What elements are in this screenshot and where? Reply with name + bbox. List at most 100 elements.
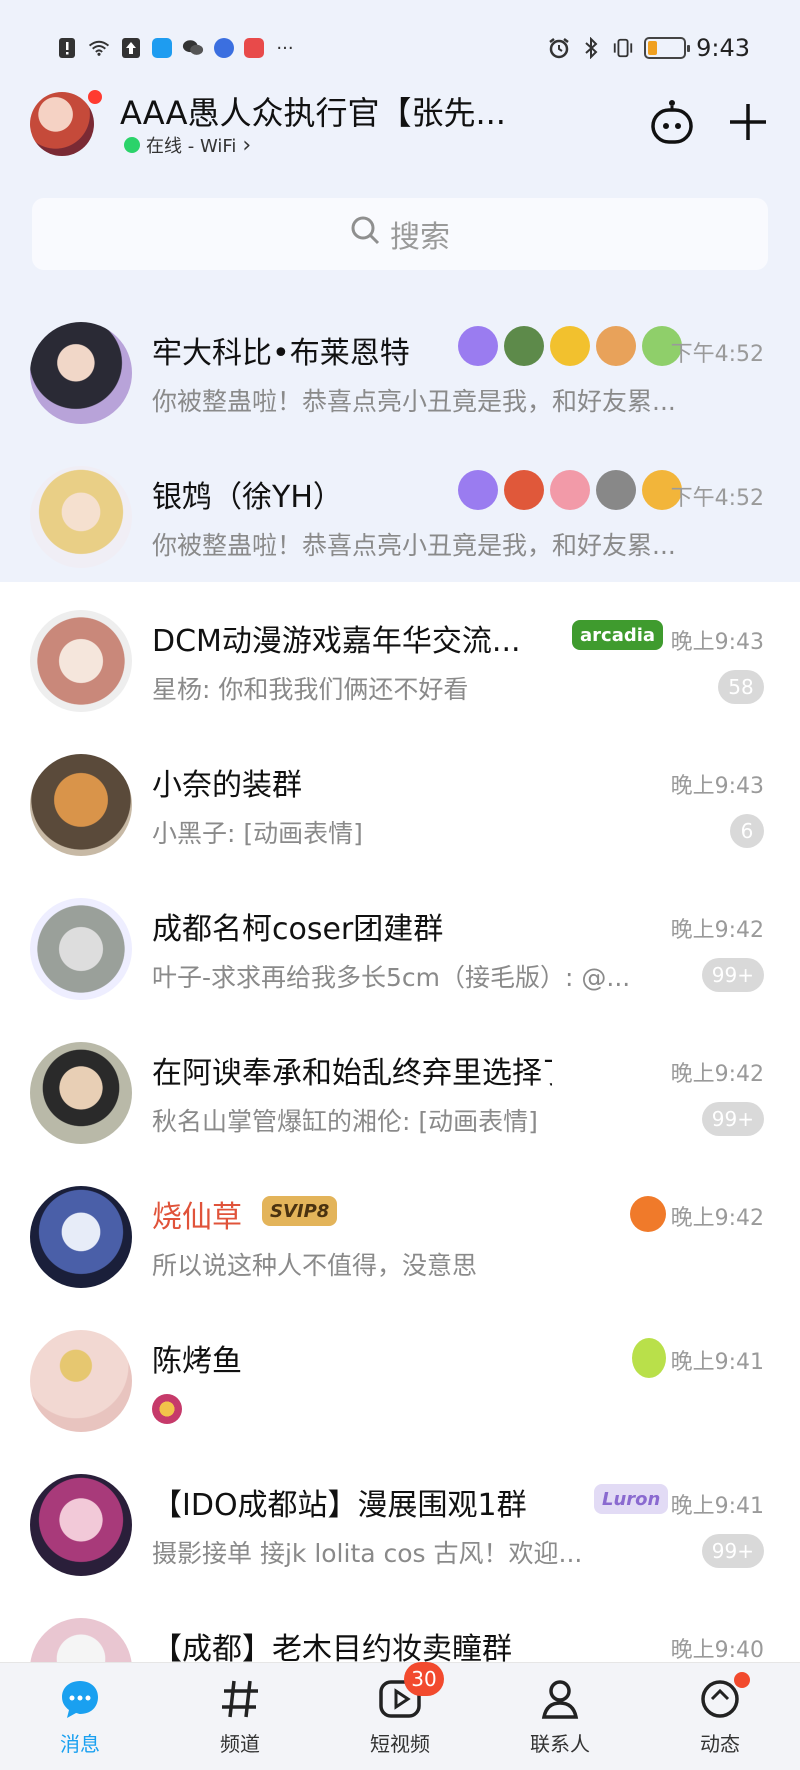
chat-time: 晚上9:42 <box>670 1062 764 1087</box>
wifi-icon <box>88 37 110 59</box>
chat-name: 成都名柯coser团建群 <box>152 912 444 947</box>
chat-avatar <box>30 466 132 568</box>
unread-badge: 99+ <box>701 1534 764 1568</box>
tab-messages[interactable]: 消息 <box>20 1676 140 1757</box>
short-video-badge: 30 <box>404 1662 444 1696</box>
status-left: ··· <box>56 37 296 59</box>
sticker-icon <box>152 1394 182 1424</box>
chat-name: 牢大科比•布莱恩特 <box>152 336 410 371</box>
chat-message: 小黑子: [动画表情] <box>152 819 363 848</box>
chat-message: 秋名山掌管爆缸的湘伦: [动画表情] <box>152 1107 538 1136</box>
panda-icon <box>596 470 636 510</box>
chat-avatar <box>30 754 132 856</box>
chat-name: 在阿谀奉承和始乱终弃里选择了... <box>152 1056 552 1091</box>
chat-name: 银鸩（徐YH） <box>152 480 343 515</box>
tab-messages-label: 消息 <box>60 1732 100 1756</box>
luron-tag: Luron <box>594 1484 669 1514</box>
bottom-nav: 消息 频道 30 短视频 联系人 动态 <box>0 1662 800 1770</box>
chat-emoji-row <box>458 470 682 510</box>
dog-icon <box>596 326 636 366</box>
hashtag-icon <box>217 1676 263 1722</box>
more-dots-icon: ··· <box>276 37 294 59</box>
chat-message: 星杨: 你和我我们俩还不好看 <box>152 675 469 704</box>
search-bar[interactable]: 搜索 <box>32 198 768 270</box>
chat-name: 【IDO成都站】漫展围观1群 <box>152 1488 527 1523</box>
person-icon <box>537 1676 583 1722</box>
svip-tag: SVIP8 <box>262 1196 338 1226</box>
chat-avatar <box>30 1618 132 1662</box>
chat-avatar <box>30 1186 132 1288</box>
chat-avatar <box>30 898 132 1000</box>
chat-name: 陈烤鱼 <box>152 1344 242 1379</box>
moments-dot <box>734 1672 750 1688</box>
sim-alert-icon <box>56 37 78 59</box>
chat-time: 晚上9:43 <box>670 630 764 655</box>
robot-icon[interactable] <box>648 98 696 146</box>
ribbon-icon <box>550 470 590 510</box>
online-status-text: 在线 - WiFi <box>146 136 237 157</box>
status-right: 9:43 <box>548 34 750 62</box>
star-badge-icon <box>458 326 498 366</box>
tab-channels[interactable]: 频道 <box>180 1676 300 1757</box>
chat-avatar <box>30 1042 132 1144</box>
my-name[interactable]: AAA愚人众执行官【张先... <box>120 88 506 134</box>
header: AAA愚人众执行官【张先... 在线 - WiFi › <box>30 88 770 160</box>
tab-short-video[interactable]: 30 短视频 <box>340 1662 460 1757</box>
persimmon-icon <box>630 1196 666 1232</box>
chat-item[interactable]: DCM动漫游戏嘉年华交流... arcadia 晚上9:43 星杨: 你和我我们… <box>0 584 800 728</box>
crab-icon <box>504 470 544 510</box>
status-bar: ··· 9:43 <box>0 26 800 70</box>
chat-name: 【成都】老木目约妆卖瞳群 <box>152 1632 512 1662</box>
add-icon[interactable] <box>724 98 772 146</box>
tab-contacts-label: 联系人 <box>530 1732 590 1756</box>
unread-badge: 99+ <box>701 958 764 992</box>
battery-fill <box>648 41 657 55</box>
wechat-icon <box>182 37 204 59</box>
star-badge-icon <box>458 470 498 510</box>
vibrate-icon <box>612 37 634 59</box>
egg-icon <box>632 1338 666 1378</box>
chat-item[interactable]: 小奈的装群 晚上9:43 小黑子: [动画表情] 6 <box>0 728 800 872</box>
chat-item[interactable]: 烧仙草 SVIP8 晚上9:42 所以说这种人不值得，没意思 <box>0 1160 800 1304</box>
chat-time: 晚上9:41 <box>670 1350 764 1375</box>
online-status[interactable]: 在线 - WiFi › <box>124 132 251 158</box>
my-avatar[interactable] <box>30 92 94 156</box>
music-icon <box>214 38 234 58</box>
search-icon <box>350 215 380 253</box>
chat-time: 晚上9:42 <box>670 1206 764 1231</box>
tab-short-video-label: 短视频 <box>370 1732 430 1756</box>
chat-avatar <box>30 1474 132 1576</box>
tab-moments[interactable]: 动态 <box>660 1672 780 1757</box>
unread-badge: 58 <box>718 670 764 704</box>
battery-icon <box>644 37 691 59</box>
chat-avatar <box>30 610 132 712</box>
chat-item[interactable]: 牢大科比•布莱恩特 下午4:52 你被整蛊啦！恭喜点亮小丑竟是我，和好友累... <box>0 296 800 440</box>
chat-message: 叶子-求求再给我多长5cm（接毛版）: @... <box>152 963 631 992</box>
notification-dot <box>86 88 104 106</box>
chat-time: 晚上9:42 <box>670 918 764 943</box>
clock: 9:43 <box>696 34 750 62</box>
chat-item[interactable]: 【IDO成都站】漫展围观1群 Luron 晚上9:41 摄影接单 接jk lol… <box>0 1448 800 1592</box>
chat-item[interactable]: 【成都】老木目约妆卖瞳群 晚上9:40 <box>0 1592 800 1662</box>
arcadia-tag: arcadia <box>572 620 664 650</box>
chat-name: DCM动漫游戏嘉年华交流... <box>152 624 521 659</box>
reader-icon <box>244 38 264 58</box>
chat-item[interactable]: 成都名柯coser团建群 晚上9:42 叶子-求求再给我多长5cm（接毛版）: … <box>0 872 800 1016</box>
chat-message: 你被整蛊啦！恭喜点亮小丑竟是我，和好友累... <box>152 531 676 560</box>
chat-time: 晚上9:41 <box>670 1494 764 1519</box>
unread-badge: 6 <box>730 814 764 848</box>
upload-icon <box>120 37 142 59</box>
tab-contacts[interactable]: 联系人 <box>500 1676 620 1757</box>
chat-item[interactable]: 在阿谀奉承和始乱终弃里选择了... 晚上9:42 秋名山掌管爆缸的湘伦: [动画… <box>0 1016 800 1160</box>
chat-time: 晚上9:40 <box>670 1638 764 1662</box>
chevron-right-icon: › <box>242 132 252 158</box>
chat-name: 烧仙草 <box>152 1200 242 1235</box>
chat-item[interactable]: 银鸩（徐YH） 下午4:52 你被整蛊啦！恭喜点亮小丑竟是我，和好友累... <box>0 440 800 584</box>
chat-message: 所以说这种人不值得，没意思 <box>152 1251 478 1280</box>
unread-badge: 99+ <box>701 1102 764 1136</box>
bluetooth-icon <box>580 37 602 59</box>
chat-avatar <box>30 322 132 424</box>
chat-item[interactable]: 陈烤鱼 晚上9:41 <box>0 1304 800 1448</box>
banana-icon <box>550 326 590 366</box>
tab-moments-label: 动态 <box>700 1732 740 1756</box>
